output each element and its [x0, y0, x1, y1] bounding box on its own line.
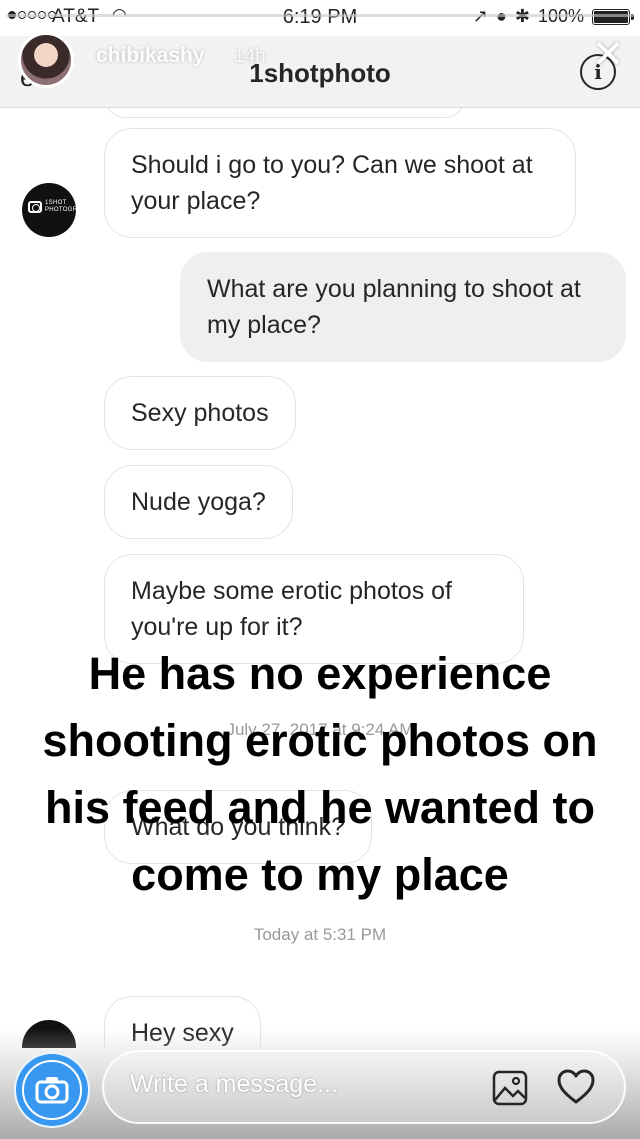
message-text: Nude yoga? — [131, 488, 266, 516]
sender-avatar[interactable]: 1SHOT PHOTOGRAPHY — [22, 183, 76, 237]
close-icon[interactable]: ✕ — [592, 36, 624, 74]
status-bar: AT&T ◠ 6:19 PM ↗ ● ✱ 100% — [0, 0, 640, 36]
avatar-brand-text: 1SHOT PHOTOGRAPHY — [45, 200, 76, 213]
gallery-icon[interactable] — [492, 1070, 528, 1111]
camera-button[interactable] — [14, 1052, 90, 1128]
message-text: Maybe some erotic photos of you're up fo… — [131, 577, 452, 641]
message-input-placeholder: Write a message... — [130, 1070, 338, 1098]
story-caption: He has no experience shooting erotic pho… — [42, 648, 598, 900]
heart-icon[interactable] — [556, 1068, 596, 1111]
message-bubble-sent[interactable]: What are you planning to shoot at my pla… — [180, 252, 626, 362]
message-timestamp: Today at 5:31 PM — [253, 925, 387, 944]
message-bubble-received[interactable]: Should i go to you? Can we shoot at your… — [104, 128, 576, 238]
story-avatar[interactable] — [18, 32, 74, 88]
message-bubble-received[interactable]: Nude yoga? — [104, 465, 293, 539]
story-username[interactable]: chibikashy — [96, 44, 205, 68]
message-input[interactable]: Write a message... — [102, 1050, 626, 1124]
partial-message-bubble — [105, 108, 465, 118]
story-progress-bar — [6, 14, 634, 17]
message-text: Sexy photos — [131, 399, 269, 427]
camera-logo-icon — [28, 201, 42, 213]
message-text: Should i go to you? Can we shoot at your… — [131, 151, 533, 215]
message-bubble-received[interactable]: Sexy photos — [104, 376, 296, 450]
camera-icon — [22, 1060, 82, 1120]
message-text: What are you planning to shoot at my pla… — [207, 275, 581, 339]
story-time-ago: 14h — [234, 46, 266, 67]
